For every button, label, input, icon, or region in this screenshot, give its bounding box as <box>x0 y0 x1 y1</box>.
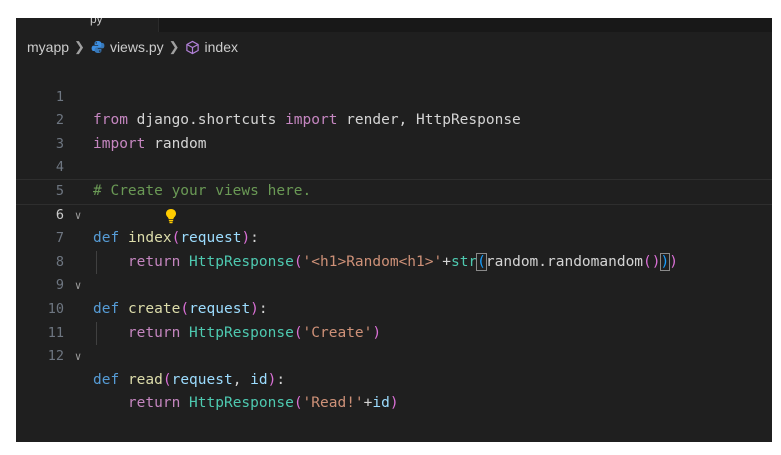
code-line-10[interactable]: 10 <box>16 274 772 317</box>
code-text: return HttpResponse('Read!'+id) <box>93 392 399 416</box>
token-param: id <box>250 371 268 388</box>
code-editor[interactable]: py myapp ❯ views.py ❯ index 1 from djang… <box>16 18 772 442</box>
token-param: id <box>372 395 390 412</box>
token-separator: , <box>232 371 251 388</box>
token-function: read <box>127 371 163 388</box>
breadcrumb-chevron-icon: ❯ <box>168 39 180 54</box>
code-line-12[interactable]: 12 return HttpResponse('Read!'+id) <box>16 321 772 411</box>
token-def: def <box>93 371 120 388</box>
token-bracket: ( <box>293 395 303 412</box>
token-colon: : <box>276 371 286 388</box>
code-line-3[interactable]: 3 <box>16 109 772 152</box>
breadcrumb: myapp ❯ views.py ❯ index <box>27 37 238 57</box>
code-line-7[interactable]: 7 <box>16 204 772 246</box>
code-line-11[interactable]: 11 ∨ def read(request, id): <box>16 298 772 388</box>
code-line-8[interactable]: 8 ∨ def create(request): <box>16 227 772 317</box>
token-bracket: ( <box>162 371 172 388</box>
python-icon <box>90 39 106 55</box>
token-bracket: ) <box>389 395 399 412</box>
tab-strip: py <box>16 18 772 32</box>
tab-label: py <box>90 18 103 26</box>
token-string: 'Read!' <box>302 395 364 412</box>
breadcrumb-chevron-icon: ❯ <box>74 39 85 54</box>
code-line-1[interactable]: 1 from django.shortcuts import render, H… <box>16 62 772 129</box>
code-line-5[interactable]: 5 ∨ def index(request): <box>16 156 772 246</box>
breadcrumb-folder[interactable]: myapp <box>27 39 69 55</box>
token-param: request <box>171 371 233 388</box>
breadcrumb-symbol[interactable]: index <box>205 39 238 55</box>
code-line-9[interactable]: 9 return HttpResponse('Create') <box>16 250 772 341</box>
tab-views-py[interactable]: py <box>16 18 159 32</box>
line-number: 12 <box>47 348 64 365</box>
code-line-6[interactable]: 6 return HttpResponse('<h1>Random<h1>'+s… <box>16 178 772 271</box>
breadcrumb-file[interactable]: views.py <box>110 39 164 55</box>
token-class: HttpResponse <box>189 395 294 412</box>
code-lines[interactable]: 1 from django.shortcuts import render, H… <box>16 62 772 411</box>
method-cube-icon <box>185 39 201 55</box>
token-return: return <box>127 395 181 412</box>
code-text: def read(request, id): <box>93 369 285 393</box>
lightbulb-icon[interactable] <box>94 184 176 223</box>
indent-guide <box>96 321 97 346</box>
code-line-4[interactable]: 4 # Create your views here. <box>16 133 772 199</box>
code-line-2[interactable]: 2 import random <box>16 86 772 152</box>
chevron-down-icon[interactable]: ∨ <box>71 345 85 369</box>
indent-guide <box>96 250 97 275</box>
